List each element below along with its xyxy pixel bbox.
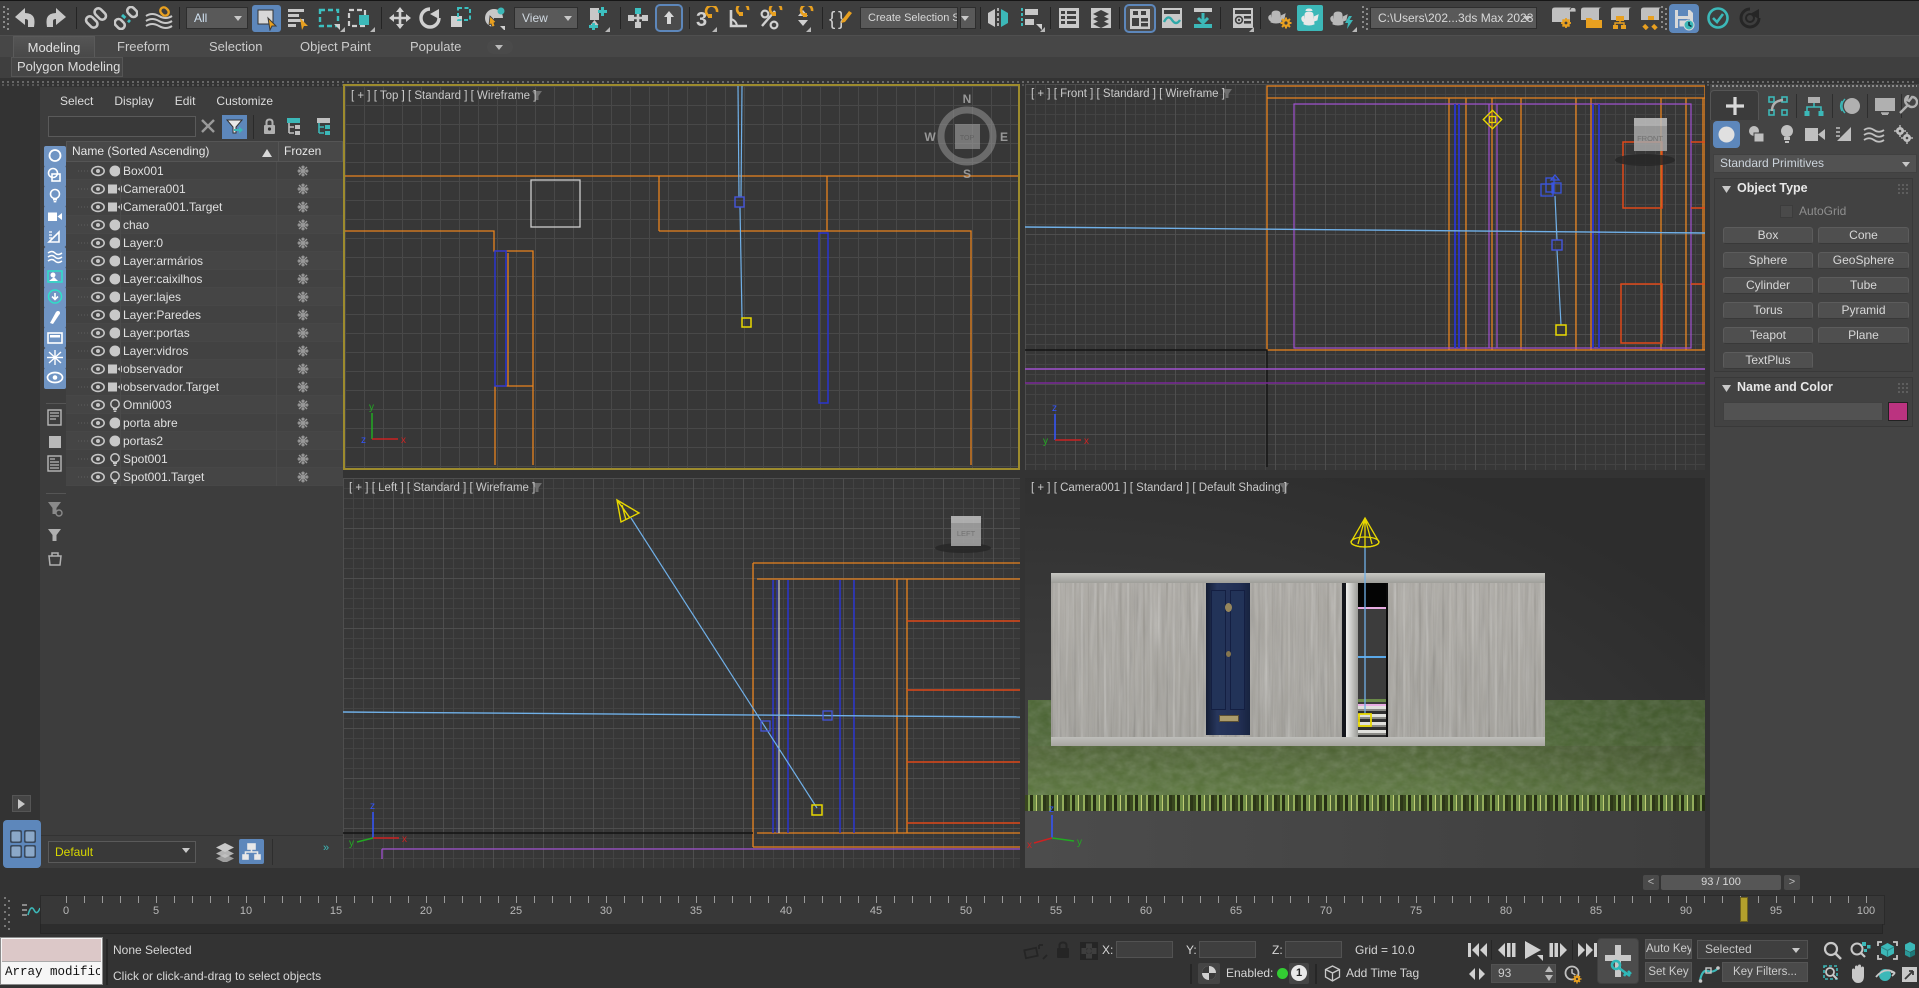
svg-text:y: y: [1077, 837, 1082, 848]
svg-text:z: z: [370, 801, 375, 812]
svg-text:FRONT: FRONT: [1637, 134, 1663, 143]
svg-text:x: x: [1027, 840, 1032, 851]
svg-text:y: y: [349, 838, 354, 849]
svg-text:E: E: [1000, 130, 1008, 144]
svg-text:{: {: [829, 9, 836, 30]
svg-text:W: W: [924, 130, 936, 144]
svg-text:x: x: [1084, 436, 1089, 447]
svg-text:z: z: [1049, 804, 1054, 815]
svg-text:S: S: [963, 167, 971, 181]
svg-text:x: x: [401, 435, 406, 446]
svg-text:x: x: [402, 834, 407, 845]
svg-text:TOP: TOP: [960, 135, 975, 142]
svg-text:z: z: [361, 435, 366, 446]
svg-text:N: N: [963, 92, 972, 106]
svg-text:z: z: [1052, 403, 1057, 414]
svg-text:LEFT: LEFT: [957, 529, 976, 538]
svg-text:y: y: [1043, 436, 1048, 447]
svg-text:y: y: [369, 402, 374, 413]
